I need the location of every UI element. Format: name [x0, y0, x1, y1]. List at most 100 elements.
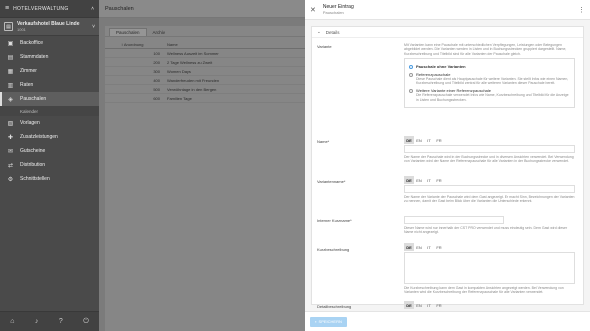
- short-description-hint: Die Kurzbeschreibung kann dem Gast in ko…: [404, 286, 564, 295]
- lang-tab-en[interactable]: EN: [414, 136, 424, 144]
- lang-tab-it[interactable]: IT: [424, 176, 434, 184]
- short-description-textarea[interactable]: [404, 252, 575, 284]
- row-name: 2 Tage Wellness zu Zweit: [165, 57, 305, 67]
- sidebar-item-label: Backoffice: [20, 40, 43, 46]
- save-button[interactable]: ▪ SPEICHERN: [310, 316, 347, 327]
- sidebar-item-label: Distribution: [20, 162, 46, 168]
- radio-button[interactable]: [409, 89, 413, 94]
- lang-tab-en[interactable]: EN: [414, 176, 424, 184]
- power-icon[interactable]: ⏻: [83, 318, 89, 326]
- briefcase-icon: ▣: [7, 40, 14, 47]
- radio-button[interactable]: [409, 72, 413, 77]
- lang-tab-fr[interactable]: FR: [434, 243, 444, 251]
- lang-tab-fr[interactable]: FR: [434, 301, 444, 309]
- tab-bar: Pauschalen Archiv: [105, 26, 305, 37]
- sidebar-item-label: Zusatzleistungen: [20, 134, 58, 140]
- panel-header: ✕ Neuer Eintrag Pauschalen ⋮: [305, 0, 590, 20]
- sidebar-item-zimmer[interactable]: ▦ Zimmer: [0, 64, 99, 78]
- variant-name-input[interactable]: [404, 185, 575, 193]
- detail-description-label: Detailbeschreibung: [317, 304, 352, 309]
- variant-type-label: Variante: [317, 44, 332, 49]
- short-description-label: Kurzbeschreibung: [317, 247, 350, 252]
- tag-icon: ◈: [8, 96, 13, 103]
- row-order: 300: [105, 66, 165, 76]
- lang-tab-de[interactable]: DE: [404, 301, 414, 309]
- distribution-icon: ⇄: [7, 162, 14, 169]
- radio-no-variants[interactable]: Pauschale ohne Varianten: [409, 64, 570, 69]
- lang-tab-en[interactable]: EN: [414, 243, 424, 251]
- more-options-icon[interactable]: ⋮: [578, 6, 585, 14]
- property-selector[interactable]: ▤ Verkaufshotel Blaue Linde 1001 ˅: [0, 18, 99, 36]
- variant-type-field: Mit Varianten kann eine Pauschale mit un…: [404, 43, 575, 109]
- sidebar-item-label: Pauschalen: [20, 96, 47, 102]
- home-icon[interactable]: ⌂: [10, 318, 14, 325]
- sidebar-item-gutscheine[interactable]: ✉ Gutscheine: [0, 144, 99, 158]
- sidebar-subitem-kalender[interactable]: Kalender: [0, 106, 99, 116]
- table-row[interactable]: 300 Women Days: [105, 66, 305, 76]
- row-name: Familien Tage: [165, 93, 305, 103]
- sidebar-item-zusatzleistungen[interactable]: ✚ Zusatzleistungen: [0, 130, 99, 144]
- sidebar-item-label: Schnittstellen: [20, 176, 50, 182]
- sidebar-item-label: Stammdaten: [20, 54, 49, 60]
- row-name: Wellness Auszeit im Sommer: [165, 48, 305, 58]
- sidebar-item-distribution[interactable]: ⇄ Distribution: [0, 158, 99, 172]
- lang-tab-de[interactable]: DE: [404, 136, 414, 144]
- row-name: Wanderfreuden mit Freunden: [165, 75, 305, 85]
- section-title: Details: [325, 29, 340, 35]
- details-header[interactable]: ⌄ Details: [312, 27, 583, 38]
- sidebar-item-backoffice[interactable]: ▣ Backoffice: [0, 36, 99, 50]
- row-name: Verwöhntage in den Bergen: [165, 84, 305, 94]
- column-header-order[interactable]: ↕ Anordnung: [105, 41, 165, 49]
- row-order: 100: [105, 48, 165, 58]
- interfaces-icon: ⚙: [7, 176, 14, 183]
- new-entry-panel: ✕ Neuer Eintrag Pauschalen ⋮ ⌄ Details V…: [305, 0, 590, 331]
- room-icon: ▦: [7, 68, 14, 75]
- close-icon[interactable]: ✕: [310, 6, 316, 14]
- sidebar-item-label: Vorlagen: [20, 120, 40, 126]
- panel-footer: ▪ SPEICHERN: [305, 311, 590, 331]
- help-icon[interactable]: ?: [59, 318, 63, 325]
- sidebar-item-schnittstellen[interactable]: ⚙ Schnittstellen: [0, 172, 99, 186]
- lang-tab-it[interactable]: IT: [424, 243, 434, 251]
- menu-icon[interactable]: ≡: [5, 5, 9, 12]
- column-header-name[interactable]: Name: [165, 41, 305, 49]
- main-area: Pauschalen Pauschalen Archiv ↕ Anordnung…: [99, 0, 305, 331]
- tab-pauschalen[interactable]: Pauschalen: [109, 28, 147, 36]
- sidebar-item-raten[interactable]: ▥ Raten: [0, 78, 99, 92]
- language-tabs: DE EN IT FR: [404, 136, 575, 144]
- radio-additional-variant[interactable]: Weitere Variante einer Referenzpauschale…: [409, 88, 570, 102]
- rates-icon: ▥: [7, 82, 14, 89]
- tab-archiv[interactable]: Archiv: [147, 28, 172, 36]
- sidebar-item-vorlagen[interactable]: ▧ Vorlagen: [0, 116, 99, 130]
- lang-tab-fr[interactable]: FR: [434, 176, 444, 184]
- lang-tab-fr[interactable]: FR: [434, 136, 444, 144]
- name-input[interactable]: [404, 145, 575, 153]
- table-row[interactable]: 500 Verwöhntage in den Bergen: [105, 84, 305, 94]
- lang-tab-de[interactable]: DE: [404, 243, 414, 251]
- table-row[interactable]: 400 Wanderfreuden mit Freunden: [105, 75, 305, 85]
- sidebar-nav: ▣ Backoffice ▤ Stammdaten ▦ Zimmer ▥ Raten ◈ Paus…: [0, 36, 99, 186]
- sidebar: ≡ HOTELVERWALTUNG ˄ ▤ Verkaufshotel Blau…: [0, 0, 99, 331]
- table-row[interactable]: 600 Familien Tage: [105, 93, 305, 103]
- internal-short-name-input[interactable]: [404, 216, 504, 224]
- panel-body: ⌄ Details Variante Mit Varianten kann ei…: [305, 20, 590, 311]
- chevron-down-icon: ˅: [92, 23, 95, 30]
- name-hint: Der Name der Pauschale wird in der Buchu…: [404, 155, 574, 164]
- row-name: Women Days: [165, 66, 305, 76]
- radio-reference-package[interactable]: Referenzpauschale Diese Pauschale dient a…: [409, 72, 570, 86]
- internal-short-name-field: Dieser Name wird nur innerhalb der CST P…: [404, 215, 575, 235]
- chevron-down-icon: ⌄: [317, 29, 321, 34]
- sidebar-item-pauschalen[interactable]: ◈ Pauschalen: [0, 92, 99, 106]
- table-row[interactable]: 100 Wellness Auszeit im Sommer: [105, 48, 305, 58]
- lang-tab-de[interactable]: DE: [404, 176, 414, 184]
- notification-icon[interactable]: ♪: [35, 318, 39, 325]
- chevron-up-icon[interactable]: ˄: [91, 6, 94, 12]
- sidebar-item-stammdaten[interactable]: ▤ Stammdaten: [0, 50, 99, 64]
- lang-tab-it[interactable]: IT: [424, 301, 434, 309]
- lang-tab-it[interactable]: IT: [424, 136, 434, 144]
- radio-button-selected[interactable]: [409, 64, 413, 69]
- row-order: 400: [105, 75, 165, 85]
- table-row[interactable]: 200 2 Tage Wellness zu Zweit: [105, 57, 305, 67]
- lang-tab-en[interactable]: EN: [414, 301, 424, 309]
- row-order: 200: [105, 57, 165, 67]
